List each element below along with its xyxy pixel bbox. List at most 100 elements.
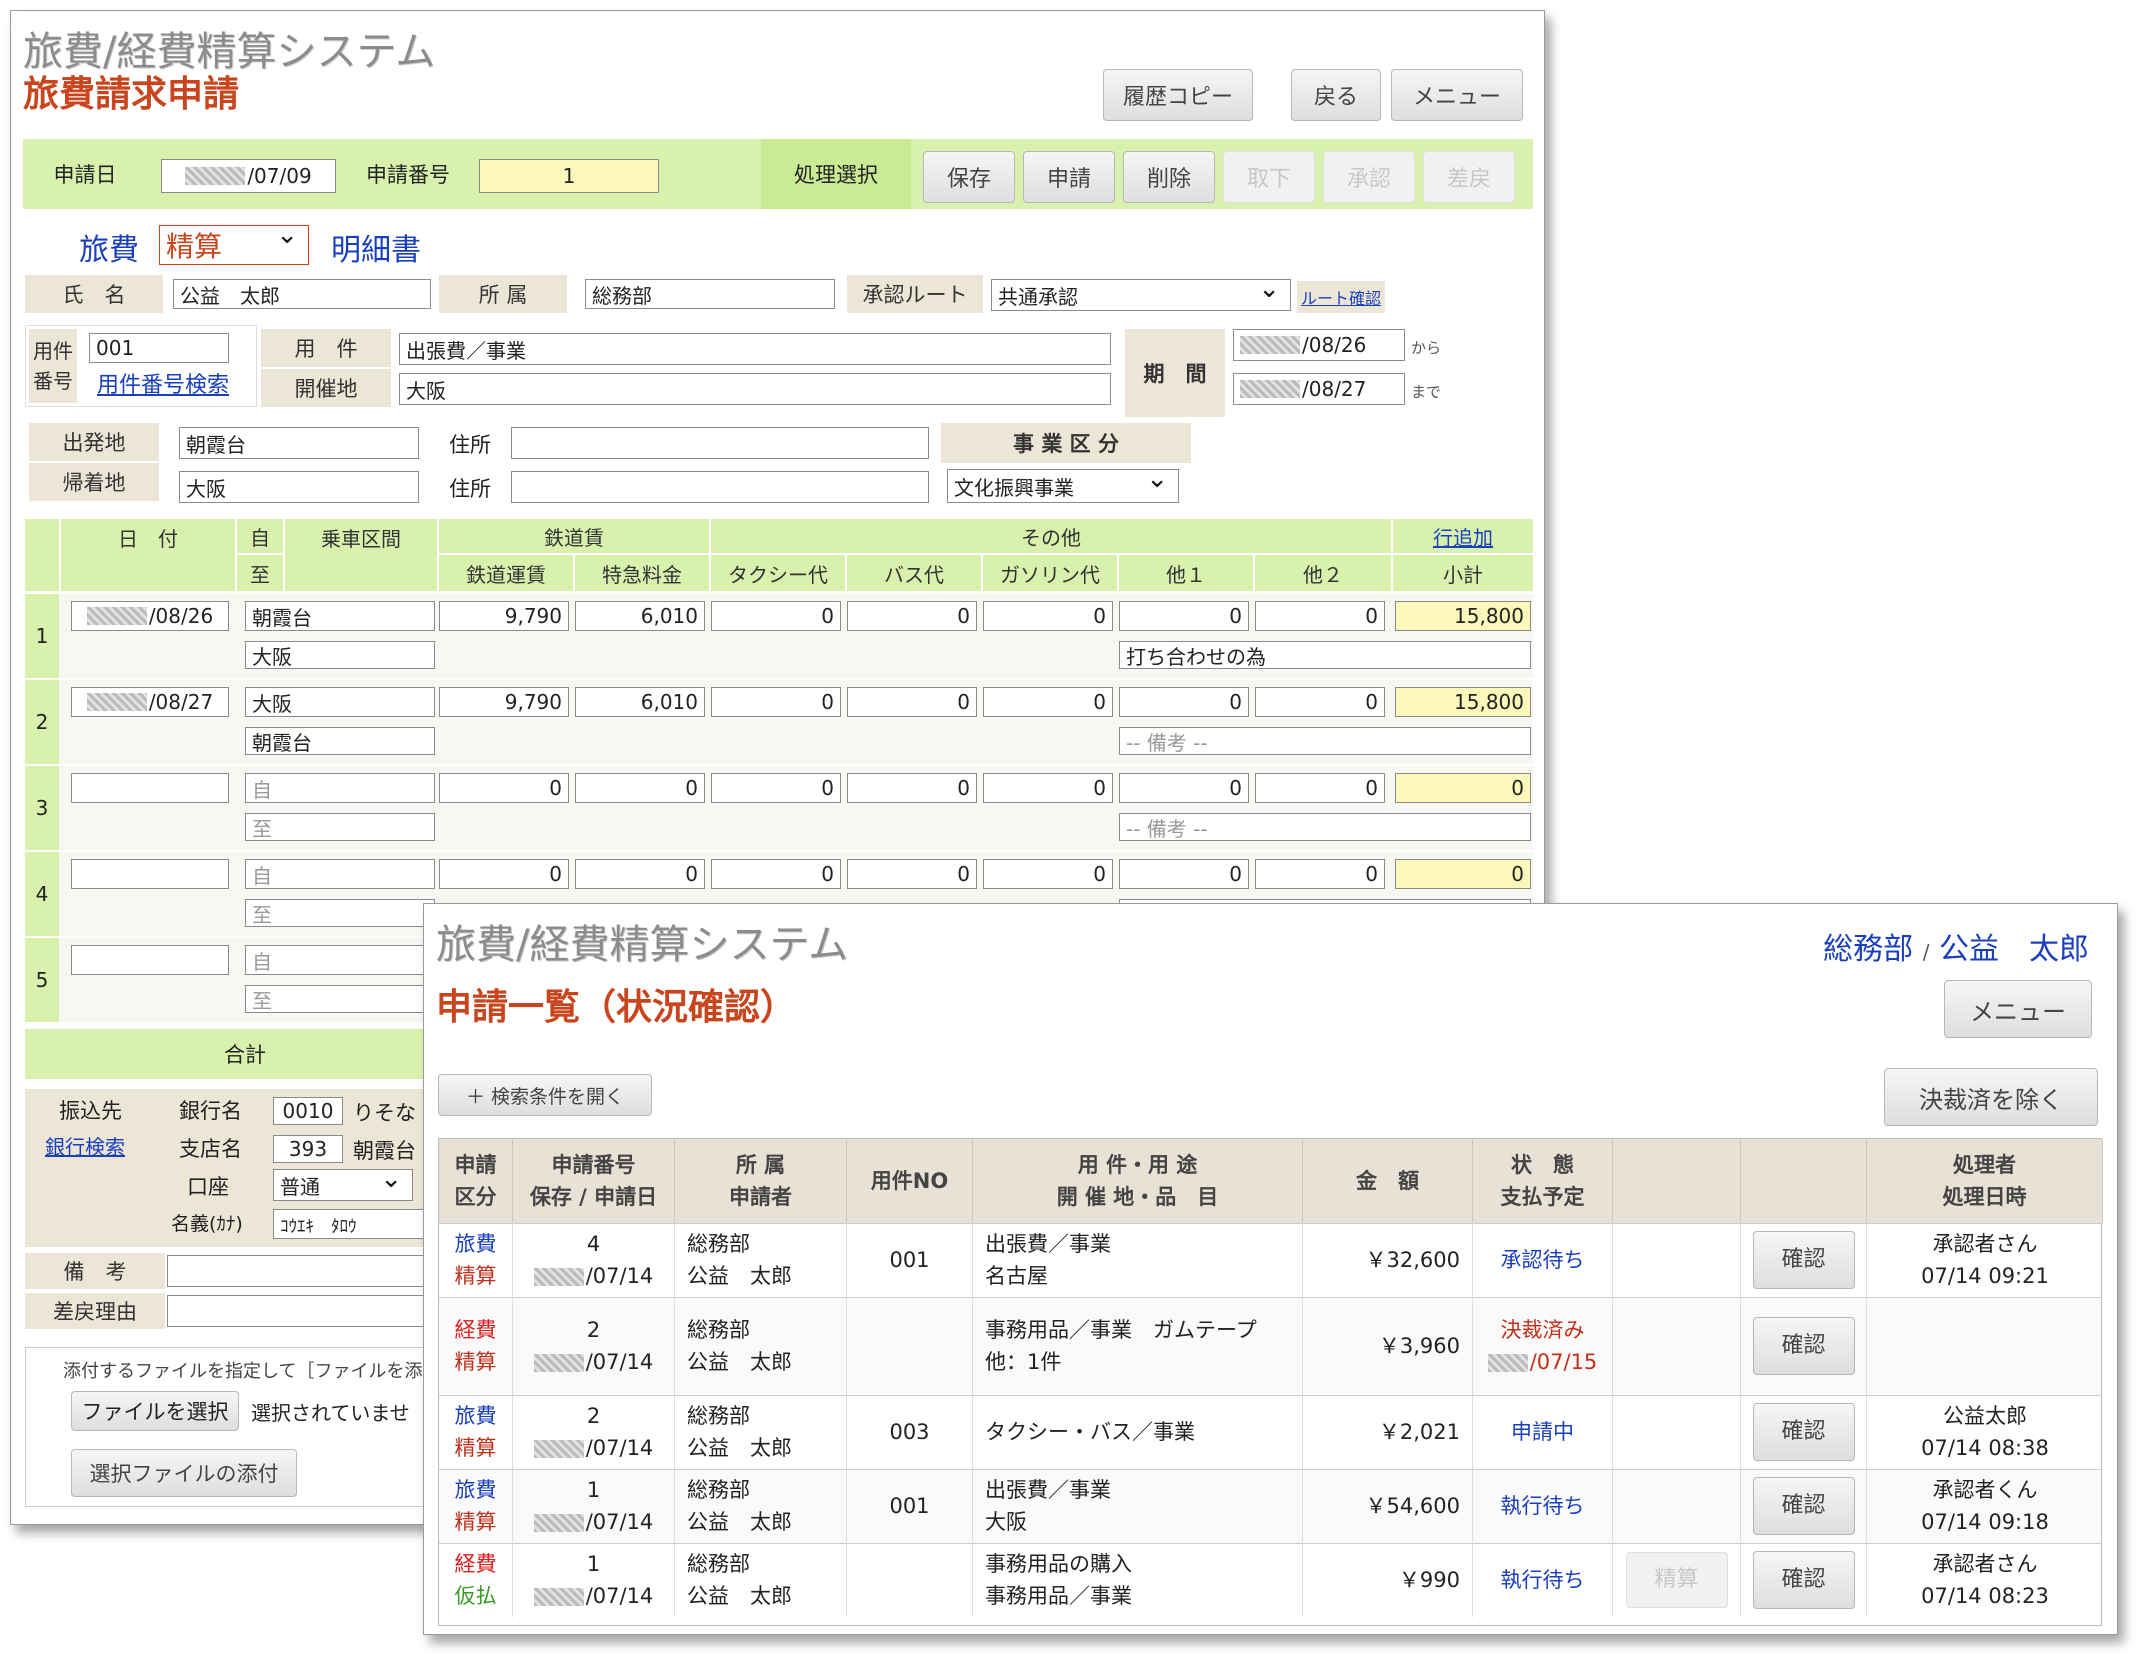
bank-code-input[interactable]: 0010 bbox=[273, 1097, 343, 1125]
row-amount-input[interactable]: 6,010 bbox=[575, 687, 705, 717]
row-to-input[interactable]: 至 bbox=[245, 985, 435, 1013]
row-date-input[interactable]: /08/27 bbox=[71, 687, 229, 717]
exclude-settled-button[interactable]: 決裁済を除く bbox=[1884, 1068, 2098, 1126]
biz-select[interactable]: 文化振興事業 bbox=[947, 469, 1179, 503]
back-button[interactable]: 戻る bbox=[1291, 69, 1381, 121]
venue-input[interactable]: 大阪 bbox=[399, 373, 1111, 405]
row-from-input[interactable]: 自 bbox=[245, 773, 435, 803]
row-handler-name: 承認者さん bbox=[1932, 1552, 2038, 1576]
name-input[interactable]: 公益 太郎 bbox=[173, 279, 431, 309]
bank-search-link[interactable]: 銀行検索 bbox=[45, 1131, 125, 1160]
row-amount: ￥2,021 bbox=[1303, 1395, 1473, 1469]
depart-addr-input[interactable] bbox=[511, 427, 929, 459]
settle-button[interactable]: 精算 bbox=[1625, 1552, 1728, 1608]
approve-button[interactable]: 承認 bbox=[1323, 151, 1415, 203]
apply-no-input[interactable]: 1 bbox=[479, 159, 659, 193]
row-amount-input[interactable]: 0 bbox=[983, 601, 1113, 631]
row-to-input[interactable]: 至 bbox=[245, 813, 435, 841]
case-search-link[interactable]: 用件番号検索 bbox=[97, 367, 229, 399]
dept-input[interactable]: 総務部 bbox=[585, 279, 835, 309]
return-addr-input[interactable] bbox=[511, 471, 929, 503]
row-amount-input[interactable]: 0 bbox=[439, 859, 569, 889]
row-amount-input[interactable]: 0 bbox=[575, 859, 705, 889]
depart-label: 出発地 bbox=[29, 423, 159, 461]
save-button[interactable]: 保存 bbox=[923, 151, 1015, 203]
confirm-button[interactable]: 確認 bbox=[1752, 1231, 1855, 1289]
route-check-link[interactable]: ルート確認 bbox=[1297, 281, 1386, 313]
case-no-input[interactable]: 001 bbox=[89, 333, 229, 363]
reject-reason-input[interactable] bbox=[167, 1295, 447, 1327]
row-amount-input[interactable]: 0 bbox=[711, 773, 841, 803]
apply-button[interactable]: 申請 bbox=[1023, 151, 1115, 203]
row-amount-input[interactable]: 0 bbox=[1119, 859, 1249, 889]
row-amount: ￥32,600 bbox=[1303, 1223, 1473, 1297]
row-amount-input[interactable]: 6,010 bbox=[575, 601, 705, 631]
row-date-input[interactable] bbox=[71, 773, 229, 803]
reject-button[interactable]: 差戻 bbox=[1423, 151, 1515, 203]
row-amount-input[interactable]: 0 bbox=[1255, 601, 1385, 631]
row-amount-input[interactable]: 0 bbox=[1119, 687, 1249, 717]
row-amount-input[interactable]: 0 bbox=[711, 859, 841, 889]
depart-input[interactable]: 朝霞台 bbox=[179, 427, 419, 459]
row-amount-input[interactable]: 9,790 bbox=[439, 687, 569, 717]
return-input[interactable]: 大阪 bbox=[179, 471, 419, 503]
confirm-button[interactable]: 確認 bbox=[1752, 1317, 1855, 1375]
search-toggle-button[interactable]: ＋ 検索条件を開く bbox=[438, 1074, 652, 1116]
attach-file-button[interactable]: 選択ファイルの添付 bbox=[71, 1449, 297, 1497]
row-amount-input[interactable]: 0 bbox=[439, 773, 569, 803]
row-amount-input[interactable]: 0 bbox=[711, 687, 841, 717]
remarks-input[interactable] bbox=[167, 1255, 447, 1287]
row-amount-input[interactable]: 0 bbox=[1119, 773, 1249, 803]
row-amount-input[interactable]: 0 bbox=[847, 859, 977, 889]
row-amount-input[interactable]: 0 bbox=[1255, 773, 1385, 803]
row-purpose: 事務用品の購入 事務用品／事業 bbox=[973, 1543, 1303, 1617]
period-to-input[interactable]: /08/27 bbox=[1233, 373, 1405, 405]
confirm-button[interactable]: 確認 bbox=[1752, 1477, 1855, 1535]
row-from-input[interactable]: 自 bbox=[245, 859, 435, 889]
menu-button[interactable]: メニュー bbox=[1944, 980, 2092, 1038]
row-applicant: 総務部 公益 太郎 bbox=[675, 1223, 847, 1297]
row-date-input[interactable]: /08/26 bbox=[71, 601, 229, 631]
row-date-input[interactable] bbox=[71, 859, 229, 889]
apply-date-input[interactable]: /07/09 bbox=[161, 159, 336, 193]
row-amount-input[interactable]: 0 bbox=[983, 859, 1113, 889]
row-amount-input[interactable]: 0 bbox=[983, 773, 1113, 803]
form-type-select[interactable]: 精算 bbox=[159, 225, 309, 265]
row-amount-input[interactable]: 0 bbox=[847, 601, 977, 631]
row-amount-input[interactable]: 0 bbox=[1119, 601, 1249, 631]
row-to-input[interactable]: 大阪 bbox=[245, 641, 435, 669]
route-select[interactable]: 共通承認 bbox=[991, 279, 1291, 311]
delete-button[interactable]: 削除 bbox=[1123, 151, 1215, 203]
row-amount-input[interactable]: 0 bbox=[847, 773, 977, 803]
confirm-button[interactable]: 確認 bbox=[1752, 1551, 1855, 1609]
account-type-select[interactable]: 普通 bbox=[273, 1169, 413, 1201]
row-amount-input[interactable]: 9,790 bbox=[439, 601, 569, 631]
row-amount-input[interactable]: 0 bbox=[983, 687, 1113, 717]
menu-button[interactable]: メニュー bbox=[1391, 69, 1523, 121]
holder-input[interactable]: ｺｳｴｷ ﾀﾛｳ bbox=[273, 1209, 445, 1239]
row-note-input[interactable]: 打ち合わせの為 bbox=[1119, 641, 1531, 669]
row-note-input[interactable]: -- 備考 -- bbox=[1119, 813, 1531, 841]
row-amount-input[interactable]: 0 bbox=[1255, 859, 1385, 889]
row-date-input[interactable] bbox=[71, 945, 229, 975]
history-copy-button[interactable]: 履歴コピー bbox=[1103, 69, 1253, 121]
purpose-input[interactable]: 出張費／事業 bbox=[399, 333, 1111, 365]
confirm-button[interactable]: 確認 bbox=[1752, 1403, 1855, 1461]
row-amount-input[interactable]: 0 bbox=[1255, 687, 1385, 717]
row-amount-input[interactable]: 0 bbox=[847, 687, 977, 717]
row-from-input[interactable]: 自 bbox=[245, 945, 435, 975]
row-note-input[interactable]: -- 備考 -- bbox=[1119, 727, 1531, 755]
row-from-input[interactable]: 朝霞台 bbox=[245, 601, 435, 631]
row-amount-input[interactable]: 0 bbox=[711, 601, 841, 631]
period-from-input[interactable]: /08/26 bbox=[1233, 329, 1405, 361]
biz-label: 事 業 区 分 bbox=[941, 423, 1191, 463]
row-to-input[interactable]: 朝霞台 bbox=[245, 727, 435, 755]
withdraw-button[interactable]: 取下 bbox=[1223, 151, 1315, 203]
choose-file-button[interactable]: ファイルを選択 bbox=[71, 1391, 239, 1431]
column-header: 申請番号 保存 / 申請日 bbox=[513, 1139, 675, 1223]
row-from-input[interactable]: 大阪 bbox=[245, 687, 435, 717]
branch-code-input[interactable]: 393 bbox=[273, 1135, 343, 1163]
add-row-link[interactable]: 行追加 bbox=[1433, 522, 1493, 551]
row-amount-input[interactable]: 0 bbox=[575, 773, 705, 803]
row-to-input[interactable]: 至 bbox=[245, 899, 435, 927]
